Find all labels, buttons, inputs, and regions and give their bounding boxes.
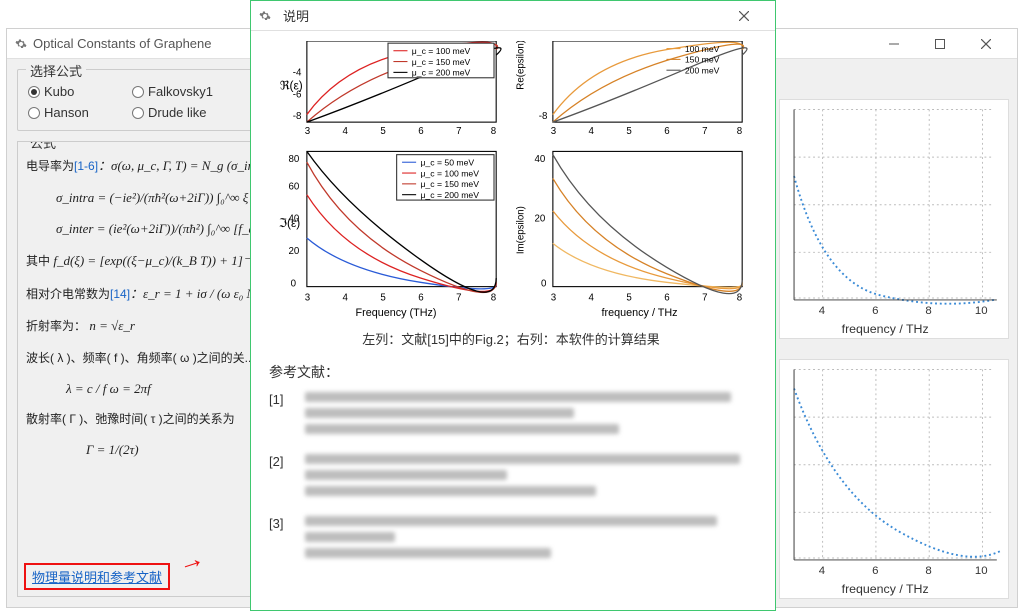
svg-text:7: 7 (702, 293, 707, 304)
chart-im-eps-left: 020406080 ℑ(ε) 345678 Frequency (THz) μ_… (269, 146, 507, 319)
svg-text:Re(epsilon): Re(epsilon) (516, 41, 527, 90)
svg-text:4: 4 (589, 126, 595, 137)
red-arrow-annotation: → (174, 542, 208, 580)
reference-link-highlight: 物理量说明和参考文献 (24, 563, 170, 590)
svg-text:60: 60 (288, 182, 299, 193)
svg-text:5: 5 (380, 126, 385, 137)
svg-text:4: 4 (819, 305, 826, 317)
svg-text:6: 6 (418, 126, 423, 137)
svg-text:frequency / THz: frequency / THz (602, 307, 678, 319)
svg-text:Frequency (THz): Frequency (THz) (356, 307, 437, 319)
svg-text:μ_c = 50 meV: μ_c = 50 meV (420, 158, 474, 168)
radio-drude-like[interactable]: Drude like (132, 105, 222, 120)
chart-im-eps-right: 0 20 40 Im(epsilon) 3 4 5 6 7 8 frequency / THz (515, 146, 753, 319)
svg-text:μ_c = 200 meV: μ_c = 200 meV (420, 190, 479, 200)
svg-text:4: 4 (343, 126, 349, 137)
svg-text:μ_c = 100 meV: μ_c = 100 meV (420, 169, 479, 179)
svg-text:μ_c = 150 meV: μ_c = 150 meV (412, 57, 471, 67)
gear-icon (259, 10, 271, 22)
reference-link[interactable]: 物理量说明和参考文献 (32, 570, 162, 585)
window-close-button[interactable] (963, 30, 1009, 58)
svg-text:8: 8 (491, 293, 496, 304)
chart-re-eps-left: -8-6-4 ℜ(ε) 345678 μ_c = 100 meV μ_c = 1… (269, 41, 507, 138)
reference-item: [1] (269, 392, 753, 440)
minimize-button[interactable] (871, 30, 917, 58)
svg-text:6: 6 (664, 293, 669, 304)
svg-text:0: 0 (291, 279, 297, 290)
radio-hanson[interactable]: Hanson (28, 105, 118, 120)
svg-text:20: 20 (288, 247, 299, 258)
reference-item: [3] (269, 516, 753, 564)
svg-text:10: 10 (975, 305, 988, 317)
svg-text:8: 8 (491, 126, 496, 137)
svg-text:40: 40 (534, 155, 545, 166)
svg-text:200 meV: 200 meV (685, 65, 720, 75)
svg-text:ℜ(ε): ℜ(ε) (280, 79, 303, 93)
dialog-titlebar[interactable]: 说明 (251, 1, 775, 31)
svg-text:-4: -4 (293, 68, 302, 79)
chart-caption: 左列：文献[15]中的Fig.2；右列：本软件的计算结果 (269, 329, 753, 348)
main-plot-upper: 4 6 8 10 frequency / THz (779, 99, 1009, 339)
svg-text:8: 8 (737, 293, 742, 304)
svg-text:5: 5 (380, 293, 385, 304)
svg-text:3: 3 (551, 293, 556, 304)
svg-text:μ_c = 200 meV: μ_c = 200 meV (412, 68, 471, 78)
formula-group: 公式 电导率为[1-6] ：σ(ω, μ_c, Γ, T) = N_g (σ_i… (17, 141, 257, 597)
svg-text:20: 20 (534, 214, 545, 225)
svg-text:8: 8 (925, 565, 931, 577)
svg-text:Im(epsilon): Im(epsilon) (516, 206, 527, 254)
help-dialog: 说明 -8-6-4 ℜ(ε) 345678 μ_c = 100 meV μ_c … (250, 0, 776, 611)
radio-falkovsky1[interactable]: Falkovsky1 (132, 84, 222, 99)
reference-item: [2] (269, 454, 753, 502)
maximize-button[interactable] (917, 30, 963, 58)
svg-text:100 meV: 100 meV (685, 44, 720, 54)
svg-text:10: 10 (975, 565, 988, 577)
svg-text:3: 3 (305, 126, 310, 137)
svg-text:μ_c = 150 meV: μ_c = 150 meV (420, 179, 479, 189)
svg-text:5: 5 (626, 126, 631, 137)
svg-text:7: 7 (456, 293, 461, 304)
svg-text:frequency / THz: frequency / THz (842, 322, 929, 336)
svg-text:4: 4 (589, 293, 595, 304)
svg-text:150 meV: 150 meV (685, 55, 720, 65)
svg-text:8: 8 (925, 305, 931, 317)
svg-text:6: 6 (664, 126, 669, 137)
svg-text:8: 8 (737, 126, 742, 137)
formula-group-label: 公式 (26, 141, 60, 152)
svg-text:4: 4 (819, 565, 826, 577)
dialog-title-text: 说明 (283, 6, 309, 25)
select-formula-label: 选择公式 (26, 61, 86, 80)
svg-text:6: 6 (872, 305, 878, 317)
svg-text:0: 0 (541, 279, 547, 290)
formula-content: 电导率为[1-6] ：σ(ω, μ_c, Γ, T) = N_g (σ_intr… (26, 154, 248, 462)
gear-icon (15, 38, 27, 50)
svg-text:μ_c = 100 meV: μ_c = 100 meV (412, 46, 471, 56)
radio-kubo[interactable]: Kubo (28, 84, 118, 99)
select-formula-group: 选择公式 Kubo Falkovsky1 Hanson Drude like (17, 69, 257, 131)
svg-text:7: 7 (456, 126, 461, 137)
svg-text:3: 3 (305, 293, 310, 304)
references-heading: 参考文献： (269, 362, 753, 382)
svg-text:3: 3 (551, 126, 556, 137)
chart-re-eps-right: -8 Re(epsilon) 3 4 5 6 7 8 100 meV 150 meV 20… (515, 41, 753, 138)
left-panel: 选择公式 Kubo Falkovsky1 Hanson Drude like 公… (7, 59, 257, 607)
svg-text:6: 6 (872, 565, 878, 577)
svg-text:7: 7 (702, 126, 707, 137)
main-plot-lower: 4 6 8 10 frequency / THz (779, 359, 1009, 599)
svg-text:6: 6 (418, 293, 423, 304)
svg-text:frequency / THz: frequency / THz (842, 582, 929, 596)
svg-text:ℑ(ε): ℑ(ε) (279, 216, 301, 230)
svg-text:5: 5 (626, 293, 631, 304)
dialog-body[interactable]: -8-6-4 ℜ(ε) 345678 μ_c = 100 meV μ_c = 1… (251, 31, 775, 610)
svg-text:-8: -8 (539, 111, 548, 122)
svg-text:-8: -8 (293, 111, 302, 122)
svg-text:4: 4 (343, 293, 349, 304)
svg-text:80: 80 (288, 155, 299, 166)
dialog-close-button[interactable] (721, 2, 767, 30)
